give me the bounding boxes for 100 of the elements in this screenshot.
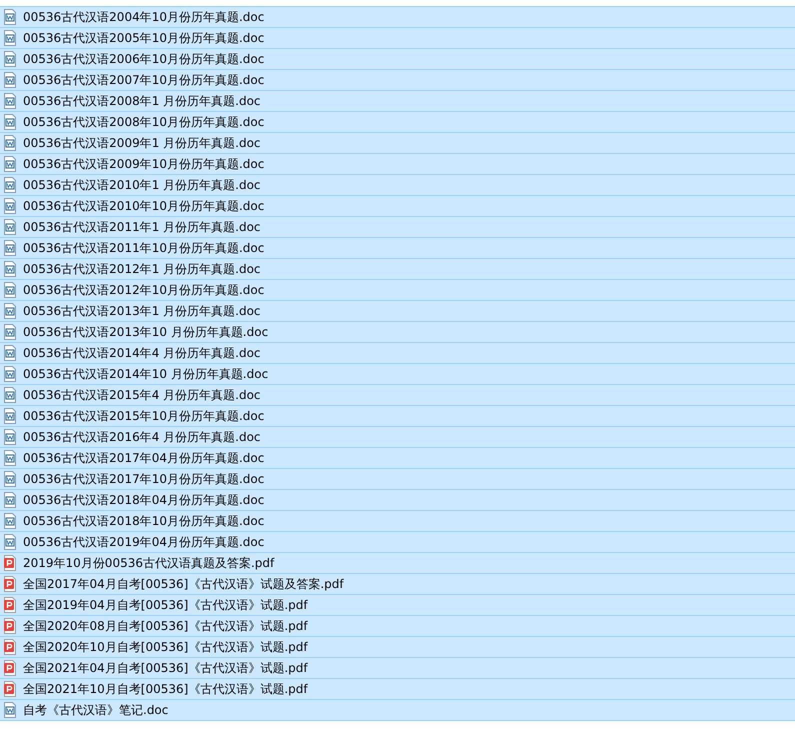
file-row[interactable]: 全国2020年08月自考[00536]《古代汉语》试题.pdf [0,616,795,637]
file-name: 00536古代汉语2011年1 月份历年真题.doc [23,218,261,236]
pdf-document-icon [3,660,17,676]
file-row[interactable]: 00536古代汉语2018年04月份历年真题.doc [0,490,795,511]
file-row[interactable]: 00536古代汉语2010年1 月份历年真题.doc [0,175,795,196]
file-name: 00536古代汉语2007年10月份历年真题.doc [23,72,264,88]
word-document-icon [3,114,17,130]
word-document-icon [3,429,17,445]
word-document-icon [3,240,17,256]
file-row[interactable]: 自考《古代汉语》笔记.doc [0,700,795,721]
word-document-icon [3,534,17,550]
word-document-icon [3,30,17,46]
file-row[interactable]: 00536古代汉语2017年10月份历年真题.doc [0,469,795,490]
file-name: 全国2021年04月自考[00536]《古代汉语》试题.pdf [23,660,308,676]
file-name: 00536古代汉语2009年1 月份历年真题.doc [23,134,261,152]
word-document-icon [3,135,17,151]
word-document-icon [3,93,17,109]
file-row[interactable]: 00536古代汉语2018年10月份历年真题.doc [0,511,795,532]
file-row[interactable]: 00536古代汉语2012年1 月份历年真题.doc [0,259,795,280]
file-row[interactable]: 00536古代汉语2007年10月份历年真题.doc [0,70,795,91]
file-name: 00536古代汉语2016年4 月份历年真题.doc [23,428,261,446]
file-name: 00536古代汉语2006年10月份历年真题.doc [23,50,264,68]
file-name: 00536古代汉语2004年10月份历年真题.doc [23,8,264,26]
file-row[interactable]: 全国2017年04月自考[00536]《古代汉语》试题及答案.pdf [0,574,795,595]
file-name: 00536古代汉语2015年10月份历年真题.doc [23,408,264,424]
file-row[interactable]: 00536古代汉语2017年04月份历年真题.doc [0,448,795,469]
file-name: 00536古代汉语2019年04月份历年真题.doc [23,534,264,550]
file-row[interactable]: 00536古代汉语2006年10月份历年真题.doc [0,49,795,70]
file-row[interactable]: 00536古代汉语2019年04月份历年真题.doc [0,532,795,553]
file-name: 00536古代汉语2008年1 月份历年真题.doc [23,92,261,110]
file-row[interactable]: 00536古代汉语2013年10 月份历年真题.doc [0,322,795,343]
file-row[interactable]: 2019年10月份00536古代汉语真题及答案.pdf [0,553,795,574]
file-row[interactable]: 00536古代汉语2009年10月份历年真题.doc [0,154,795,175]
word-document-icon [3,51,17,67]
pdf-document-icon [3,639,17,655]
file-row[interactable]: 00536古代汉语2008年1 月份历年真题.doc [0,91,795,112]
word-document-icon [3,492,17,508]
file-row[interactable]: 全国2020年10月自考[00536]《古代汉语》试题.pdf [0,637,795,658]
word-document-icon [3,9,17,25]
file-name: 00536古代汉语2005年10月份历年真题.doc [23,30,264,46]
word-document-icon [3,450,17,466]
file-name: 00536古代汉语2010年10月份历年真题.doc [23,198,264,214]
file-name: 00536古代汉语2010年1 月份历年真题.doc [23,176,261,194]
file-row[interactable]: 00536古代汉语2015年4 月份历年真题.doc [0,385,795,406]
file-name: 全国2019年04月自考[00536]《古代汉语》试题.pdf [23,596,308,614]
word-document-icon [3,261,17,277]
word-document-icon [3,198,17,214]
file-row[interactable]: 00536古代汉语2010年10月份历年真题.doc [0,196,795,217]
word-document-icon [3,387,17,403]
pdf-document-icon [3,681,17,697]
file-row[interactable]: 00536古代汉语2016年4 月份历年真题.doc [0,427,795,448]
file-name: 00536古代汉语2013年10 月份历年真题.doc [23,324,268,340]
word-document-icon [3,177,17,193]
file-row[interactable]: 全国2021年10月自考[00536]《古代汉语》试题.pdf [0,679,795,700]
file-row[interactable]: 00536古代汉语2012年10月份历年真题.doc [0,280,795,301]
pdf-document-icon [3,555,17,571]
file-row[interactable]: 00536古代汉语2004年10月份历年真题.doc [0,6,795,28]
file-name: 00536古代汉语2018年04月份历年真题.doc [23,492,264,508]
file-row[interactable]: 00536古代汉语2011年1 月份历年真题.doc [0,217,795,238]
word-document-icon [3,324,17,340]
word-document-icon [3,219,17,235]
file-name: 00536古代汉语2014年10 月份历年真题.doc [23,366,268,382]
file-name: 全国2021年10月自考[00536]《古代汉语》试题.pdf [23,680,308,698]
file-name: 00536古代汉语2009年10月份历年真题.doc [23,156,264,172]
pdf-document-icon [3,597,17,613]
file-name: 00536古代汉语2011年10月份历年真题.doc [23,240,264,256]
file-name: 自考《古代汉语》笔记.doc [23,702,168,718]
file-name: 00536古代汉语2017年04月份历年真题.doc [23,450,264,466]
file-row[interactable]: 00536古代汉语2014年10 月份历年真题.doc [0,364,795,385]
file-row[interactable]: 00536古代汉语2015年10月份历年真题.doc [0,406,795,427]
file-name: 00536古代汉语2013年1 月份历年真题.doc [23,302,261,320]
file-name: 00536古代汉语2014年4 月份历年真题.doc [23,344,261,362]
file-row[interactable]: 全国2019年04月自考[00536]《古代汉语》试题.pdf [0,595,795,616]
file-name: 全国2017年04月自考[00536]《古代汉语》试题及答案.pdf [23,576,344,592]
word-document-icon [3,408,17,424]
word-document-icon [3,702,17,718]
word-document-icon [3,303,17,319]
word-document-icon [3,513,17,529]
file-name: 全国2020年10月自考[00536]《古代汉语》试题.pdf [23,638,308,656]
pdf-document-icon [3,618,17,634]
word-document-icon [3,282,17,298]
word-document-icon [3,366,17,382]
file-row[interactable]: 00536古代汉语2013年1 月份历年真题.doc [0,301,795,322]
file-row[interactable]: 00536古代汉语2008年10月份历年真题.doc [0,112,795,133]
file-row[interactable]: 00536古代汉语2005年10月份历年真题.doc [0,28,795,49]
file-row[interactable]: 00536古代汉语2011年10月份历年真题.doc [0,238,795,259]
file-name: 00536古代汉语2008年10月份历年真题.doc [23,114,264,130]
word-document-icon [3,345,17,361]
file-row[interactable]: 00536古代汉语2009年1 月份历年真题.doc [0,133,795,154]
file-row[interactable]: 全国2021年04月自考[00536]《古代汉语》试题.pdf [0,658,795,679]
word-document-icon [3,72,17,88]
file-row[interactable]: 00536古代汉语2014年4 月份历年真题.doc [0,343,795,364]
file-name: 00536古代汉语2012年10月份历年真题.doc [23,282,264,298]
file-name: 00536古代汉语2015年4 月份历年真题.doc [23,386,261,404]
file-name: 00536古代汉语2018年10月份历年真题.doc [23,512,264,530]
word-document-icon [3,471,17,487]
file-name: 全国2020年08月自考[00536]《古代汉语》试题.pdf [23,618,308,634]
file-name: 00536古代汉语2017年10月份历年真题.doc [23,470,264,488]
pdf-document-icon [3,576,17,592]
word-document-icon [3,156,17,172]
